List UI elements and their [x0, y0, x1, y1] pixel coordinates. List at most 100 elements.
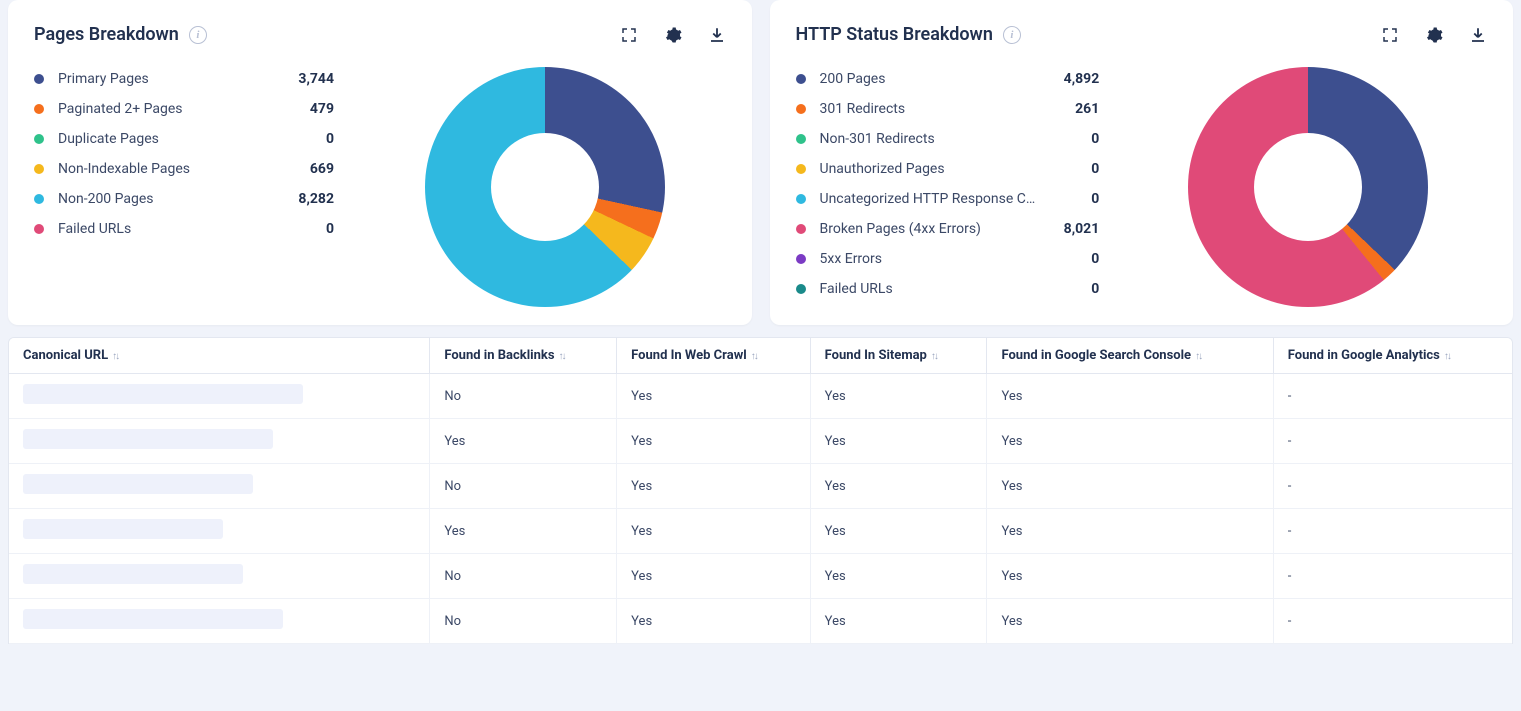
sort-icon[interactable]: ↑↓	[559, 351, 565, 362]
cell: Yes	[430, 419, 617, 464]
legend-item[interactable]: Paginated 2+ Pages479	[34, 101, 334, 117]
column-header[interactable]: Canonical URL ↑↓	[9, 338, 430, 374]
cell: No	[430, 374, 617, 419]
cell: Yes	[430, 509, 617, 554]
table-body: NoYesYesYes-YesYesYesYes-NoYesYesYes-Yes…	[9, 374, 1512, 644]
info-icon[interactable]: i	[189, 26, 207, 44]
legend-label: Uncategorized HTTP Response C…	[820, 191, 1036, 207]
cell-canonical-url[interactable]	[9, 599, 430, 644]
legend-item[interactable]: Non-200 Pages8,282	[34, 191, 334, 207]
redacted-url	[23, 609, 283, 629]
table-row[interactable]: YesYesYesYes-	[9, 509, 1512, 554]
column-header-label: Found In Web Crawl	[631, 348, 747, 363]
legend-label: 5xx Errors	[820, 251, 1036, 267]
cell: -	[1273, 374, 1512, 419]
cell: Yes	[987, 509, 1273, 554]
column-header[interactable]: Found in Backlinks ↑↓	[430, 338, 617, 374]
legend-value: 0	[284, 221, 334, 237]
legend-item[interactable]: Uncategorized HTTP Response C…0	[796, 191, 1100, 207]
column-header[interactable]: Found In Web Crawl ↑↓	[617, 338, 811, 374]
sort-icon[interactable]: ↑↓	[1195, 351, 1201, 362]
cell: -	[1273, 554, 1512, 599]
card-title-wrap: Pages Breakdown i	[34, 24, 207, 45]
legend-item[interactable]: Failed URLs0	[796, 281, 1100, 297]
legend-item[interactable]: Primary Pages3,744	[34, 71, 334, 87]
card-title: Pages Breakdown	[34, 24, 179, 45]
legend-item[interactable]: 200 Pages4,892	[796, 71, 1100, 87]
url-table: Canonical URL↑↓Found in Backlinks↑↓Found…	[9, 338, 1512, 644]
download-icon[interactable]	[708, 26, 726, 44]
legend-item[interactable]: Non-301 Redirects 0	[796, 131, 1100, 147]
cell-canonical-url[interactable]	[9, 464, 430, 509]
legend-item[interactable]: Broken Pages (4xx Errors) 8,021	[796, 221, 1100, 237]
card-body: 200 Pages4,892 301 Redirects261 Non-301 Re…	[796, 67, 1488, 307]
sort-icon[interactable]: ↑↓	[112, 351, 118, 362]
legend-swatch	[796, 104, 806, 114]
cell-canonical-url[interactable]	[9, 509, 430, 554]
legend-value: 0	[1049, 131, 1099, 147]
column-header[interactable]: Found in Google Analytics↑↓	[1273, 338, 1512, 374]
cell: Yes	[987, 554, 1273, 599]
cell: Yes	[617, 464, 811, 509]
chart-wrap-pages	[364, 67, 726, 307]
cell: -	[1273, 464, 1512, 509]
pages-breakdown-card: Pages Breakdown i Primary Pages3,744 Pagi…	[8, 0, 752, 325]
legend-swatch	[34, 194, 44, 204]
sort-icon[interactable]: ↑↓	[751, 351, 757, 362]
legend-swatch	[796, 134, 806, 144]
legend-label: Broken Pages (4xx Errors)	[820, 221, 1036, 237]
sort-icon[interactable]: ↑↓	[1444, 351, 1450, 362]
column-header[interactable]: Found in Google Search Console↑↓	[987, 338, 1273, 374]
legend-item[interactable]: Duplicate Pages0	[34, 131, 334, 147]
gear-icon[interactable]	[664, 26, 682, 44]
legend-item[interactable]: Unauthorized Pages0	[796, 161, 1100, 177]
legend-value: 8,282	[284, 191, 334, 207]
card-title-wrap: HTTP Status Breakdown i	[796, 24, 1021, 45]
column-header-label: Found in Backlinks	[444, 348, 554, 363]
legend-value: 0	[1049, 281, 1099, 297]
column-header-label: Canonical URL	[23, 348, 108, 363]
column-header-label: Found In Sitemap	[825, 348, 927, 363]
card-actions	[620, 26, 726, 44]
legend-label: 200 Pages	[820, 71, 1036, 87]
table-row[interactable]: NoYesYesYes-	[9, 554, 1512, 599]
column-header[interactable]: Found In Sitemap ↑↓	[810, 338, 987, 374]
legend-item[interactable]: 5xx Errors0	[796, 251, 1100, 267]
legend-item[interactable]: Failed URLs 0	[34, 221, 334, 237]
table-row[interactable]: NoYesYesYes-	[9, 599, 1512, 644]
expand-icon[interactable]	[1381, 26, 1399, 44]
cell-canonical-url[interactable]	[9, 554, 430, 599]
legend-swatch	[796, 74, 806, 84]
legend-label: 301 Redirects	[820, 101, 1036, 117]
card-title: HTTP Status Breakdown	[796, 24, 993, 45]
legend-item[interactable]: 301 Redirects261	[796, 101, 1100, 117]
expand-icon[interactable]	[620, 26, 638, 44]
donut-chart-status[interactable]	[1188, 67, 1428, 307]
legend-value: 8,021	[1049, 221, 1099, 237]
info-icon[interactable]: i	[1003, 26, 1021, 44]
table-row[interactable]: NoYesYesYes-	[9, 374, 1512, 419]
download-icon[interactable]	[1469, 26, 1487, 44]
legend-pages: Primary Pages3,744 Paginated 2+ Pages479 D…	[34, 67, 334, 307]
cell: No	[430, 554, 617, 599]
gear-icon[interactable]	[1425, 26, 1443, 44]
legend-label: Paginated 2+ Pages	[58, 101, 270, 117]
cell-canonical-url[interactable]	[9, 374, 430, 419]
table-header-row: Canonical URL↑↓Found in Backlinks↑↓Found…	[9, 338, 1512, 374]
legend-swatch	[34, 134, 44, 144]
legend-label: Non-Indexable Pages	[58, 161, 270, 177]
legend-label: Non-301 Redirects	[820, 131, 1036, 147]
legend-label: Primary Pages	[58, 71, 270, 87]
sort-icon[interactable]: ↑↓	[931, 351, 937, 362]
cell: Yes	[617, 419, 811, 464]
table-row[interactable]: YesYesYesYes-	[9, 419, 1512, 464]
cell: Yes	[987, 419, 1273, 464]
donut-chart-pages[interactable]	[425, 67, 665, 307]
legend-label: Failed URLs	[58, 221, 270, 237]
cell-canonical-url[interactable]	[9, 419, 430, 464]
table-row[interactable]: NoYesYesYes-	[9, 464, 1512, 509]
legend-item[interactable]: Non-Indexable Pages669	[34, 161, 334, 177]
cell: Yes	[987, 374, 1273, 419]
cell: Yes	[617, 599, 811, 644]
legend-value: 0	[1049, 161, 1099, 177]
